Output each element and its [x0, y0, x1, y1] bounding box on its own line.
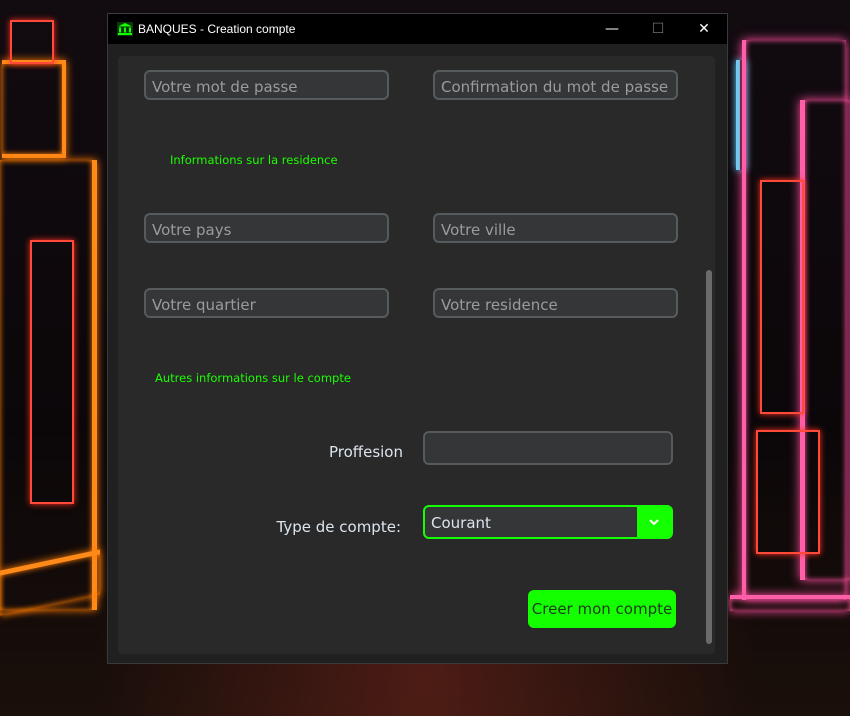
- minimize-button[interactable]: —: [589, 14, 635, 44]
- account-type-value: Courant: [431, 514, 491, 532]
- profession-label: Proffesion: [328, 443, 403, 461]
- password-confirm-field[interactable]: Confirmation du mot de passe: [433, 70, 678, 100]
- password-field[interactable]: Votre mot de passe: [144, 70, 389, 100]
- maximize-button[interactable]: ☐: [635, 14, 681, 44]
- country-field[interactable]: Votre pays: [144, 213, 389, 243]
- close-button[interactable]: ✕: [681, 14, 727, 44]
- neon-frame: [30, 240, 74, 504]
- residence-field[interactable]: Votre residence: [433, 288, 678, 318]
- account-type-select[interactable]: Courant: [423, 505, 673, 539]
- neon-frame: [730, 595, 850, 611]
- bank-icon: [117, 22, 133, 36]
- form-panel: Votre mot de passe Confirmation du mot d…: [118, 56, 715, 654]
- scrollbar[interactable]: [706, 270, 712, 644]
- profession-field[interactable]: [423, 431, 673, 465]
- neon-frame: [756, 430, 820, 554]
- window-title: BANQUES - Creation compte: [138, 22, 296, 36]
- city-field[interactable]: Votre ville: [433, 213, 678, 243]
- neon-frame: [2, 60, 66, 158]
- residence-section-heading: Informations sur la residence: [170, 153, 338, 167]
- chevron-down-icon[interactable]: [637, 507, 671, 537]
- district-field[interactable]: Votre quartier: [144, 288, 389, 318]
- create-account-button[interactable]: Creer mon compte: [528, 590, 676, 628]
- app-window: BANQUES - Creation compte — ☐ ✕ Votre mo…: [107, 13, 728, 664]
- title-bar[interactable]: BANQUES - Creation compte — ☐ ✕: [108, 14, 727, 44]
- neon-frame: [760, 180, 804, 414]
- account-type-label: Type de compte:: [276, 518, 401, 536]
- account-section-heading: Autres informations sur le compte: [155, 371, 351, 385]
- neon-frame: [10, 20, 54, 64]
